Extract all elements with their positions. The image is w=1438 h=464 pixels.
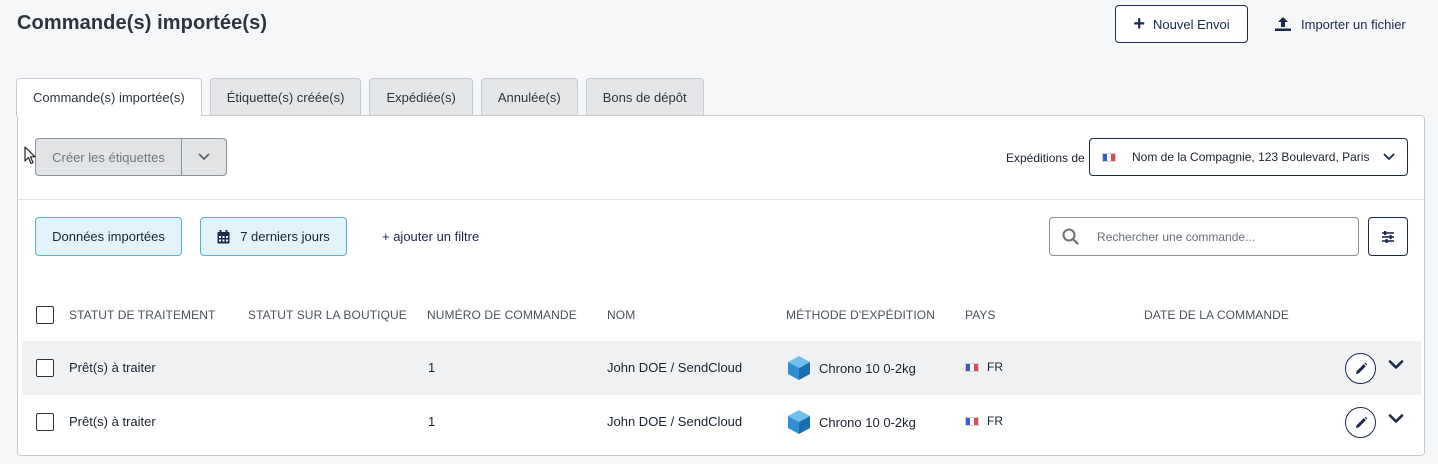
chip-label: 7 derniers jours xyxy=(240,229,330,244)
box-icon xyxy=(788,410,810,434)
processing-status: Prêt(s) à traiter xyxy=(69,360,156,375)
sliders-icon xyxy=(1382,230,1394,243)
search-icon xyxy=(1062,228,1079,245)
sender-address-value: Nom de la Compagnie, 123 Boulevard, Pari… xyxy=(1132,150,1370,164)
tab-deposit-slips[interactable]: Bons de dépôt xyxy=(585,78,704,115)
new-shipment-button[interactable]: + Nouvel Envoi xyxy=(1115,5,1248,43)
edit-order-button[interactable] xyxy=(1345,407,1376,438)
france-flag-icon xyxy=(965,362,979,372)
processing-status: Prêt(s) à traiter xyxy=(69,414,156,429)
search-input[interactable] xyxy=(1097,229,1346,244)
search-box xyxy=(1049,217,1359,256)
tab-imported-orders[interactable]: Commande(s) importée(s) xyxy=(16,78,202,116)
shipping-method: Chrono 10 0-2kg xyxy=(787,355,916,381)
column-header[interactable]: STATUT SUR LA BOUTIQUE xyxy=(248,308,407,322)
chevron-down-icon xyxy=(198,153,210,161)
orders-panel: Créer les étiquettes Expéditions de Nom … xyxy=(17,115,1425,456)
order-number: 1 xyxy=(428,414,436,429)
imported-data-filter-chip[interactable]: Données importées xyxy=(35,217,182,256)
tab-label: Annulée(s) xyxy=(497,89,561,105)
row-checkbox[interactable] xyxy=(36,359,54,377)
order-number: 1 xyxy=(428,360,436,375)
tab-labels-created[interactable]: Étiquette(s) créée(s) xyxy=(209,78,362,115)
tab-label: Commande(s) importée(s) xyxy=(33,90,185,105)
shipping-method: Chrono 10 0-2kg xyxy=(787,409,916,435)
import-file-button[interactable]: Importer un fichier xyxy=(1268,5,1412,43)
add-filter-link[interactable]: + ajouter un filtre xyxy=(382,229,479,244)
plus-icon: + xyxy=(1133,13,1146,35)
chip-label: Données importées xyxy=(52,229,165,244)
create-labels-split-button: Créer les étiquettes xyxy=(35,138,227,176)
chevron-down-icon xyxy=(1383,153,1395,161)
column-header[interactable]: STATUT DE TRAITEMENT xyxy=(69,308,215,322)
chevron-down-icon[interactable] xyxy=(1388,359,1404,371)
upload-icon xyxy=(1275,17,1291,31)
edit-order-button[interactable] xyxy=(1345,353,1376,384)
column-header[interactable]: NOM xyxy=(607,308,635,322)
sender-address-select[interactable]: Nom de la Compagnie, 123 Boulevard, Pari… xyxy=(1089,138,1408,176)
page-title: Commande(s) importée(s) xyxy=(17,12,268,34)
country-code: FR xyxy=(987,360,1003,374)
pencil-icon xyxy=(1355,416,1367,428)
section-divider xyxy=(18,199,1424,200)
country-code: FR xyxy=(987,414,1003,428)
shipping-method-label: Chrono 10 0-2kg xyxy=(819,414,916,430)
column-settings-button[interactable] xyxy=(1368,217,1408,256)
country: FR xyxy=(965,414,1003,428)
tab-cancelled[interactable]: Annulée(s) xyxy=(480,78,578,115)
new-shipment-label: Nouvel Envoi xyxy=(1153,16,1230,32)
tab-label: Bons de dépôt xyxy=(602,89,687,105)
table-header: STATUT DE TRAITEMENT STATUT SUR LA BOUTI… xyxy=(18,297,1424,333)
table-row[interactable]: Prêt(s) à traiter 1 John DOE / SendCloud… xyxy=(22,395,1421,449)
customer-name: John DOE / SendCloud xyxy=(607,414,743,429)
table-row[interactable]: Prêt(s) à traiter 1 John DOE / SendCloud… xyxy=(22,341,1421,395)
column-header[interactable]: DATE DE LA COMMANDE xyxy=(1144,308,1289,322)
tab-label: Expédiée(s) xyxy=(386,89,456,105)
country: FR xyxy=(965,360,1003,374)
column-header[interactable]: NUMÉRO DE COMMANDE xyxy=(427,308,577,322)
tabs-bar: Commande(s) importée(s) Étiquette(s) cré… xyxy=(16,78,704,116)
box-icon xyxy=(788,356,810,380)
date-range-filter-chip[interactable]: 7 derniers jours xyxy=(200,217,347,256)
france-flag-icon xyxy=(965,416,979,426)
calendar-icon xyxy=(217,229,230,243)
customer-name: John DOE / SendCloud xyxy=(607,360,743,375)
chevron-down-icon[interactable] xyxy=(1388,413,1404,425)
tab-label: Étiquette(s) créée(s) xyxy=(226,89,345,105)
column-header[interactable]: MÉTHODE D'EXPÉDITION xyxy=(786,308,935,322)
import-file-label: Importer un fichier xyxy=(1301,16,1406,32)
column-header[interactable]: PAYS xyxy=(965,308,996,322)
expeditions-label: Expéditions de xyxy=(1006,151,1085,165)
create-labels-dropdown[interactable] xyxy=(182,139,226,175)
pencil-icon xyxy=(1355,362,1367,374)
shipping-method-label: Chrono 10 0-2kg xyxy=(819,360,916,376)
mouse-cursor-icon xyxy=(24,146,36,165)
create-labels-button[interactable]: Créer les étiquettes xyxy=(36,139,182,175)
row-checkbox[interactable] xyxy=(36,413,54,431)
france-flag-icon xyxy=(1102,152,1116,162)
select-all-checkbox[interactable] xyxy=(36,306,54,324)
tab-shipped[interactable]: Expédiée(s) xyxy=(369,78,473,115)
